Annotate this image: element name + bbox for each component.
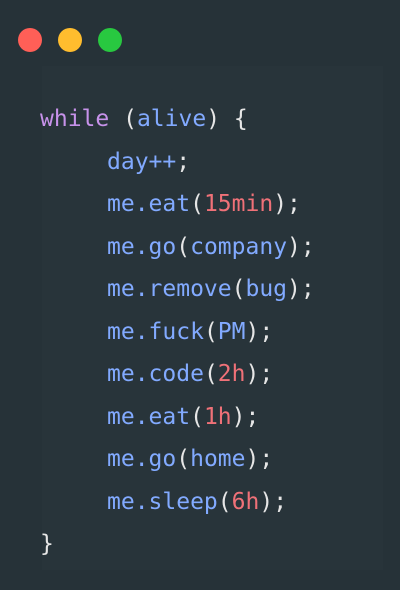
identifier-token: me.eat xyxy=(107,403,191,430)
keyword-token: while xyxy=(40,106,110,132)
window-titlebar xyxy=(0,0,400,64)
number-token: 15min xyxy=(203,191,274,217)
punctuation-token: ( xyxy=(217,488,232,515)
punctuation-token: ; xyxy=(176,148,191,175)
punctuation-token: ); xyxy=(245,318,274,345)
identifier-token: me.fuck xyxy=(107,318,204,345)
punctuation-token: } xyxy=(40,531,54,557)
identifier-token: me.code xyxy=(107,361,204,387)
identifier-token: me.eat xyxy=(107,191,191,217)
identifier-token: me.sleep xyxy=(107,488,218,515)
code-line: day++; xyxy=(40,141,315,184)
identifier-token: home xyxy=(190,446,246,472)
code-window: while (alive) {day++; me.eat(15min); me.go… xyxy=(0,0,400,590)
maximize-window-button[interactable] xyxy=(98,28,122,52)
punctuation-token: ( xyxy=(190,191,204,217)
code-line: me.eat(1h); xyxy=(40,396,315,439)
number-token: 1h xyxy=(203,403,232,430)
code-line: while (alive) { xyxy=(40,98,315,141)
code-line: me.go(home); xyxy=(40,438,315,481)
code-line: me.eat(15min); xyxy=(40,183,315,226)
punctuation-token: ); xyxy=(245,361,274,387)
punctuation-token: ); xyxy=(287,233,315,260)
punctuation-token: ( xyxy=(109,106,137,132)
punctuation-token: ) { xyxy=(206,106,248,132)
identifier-token: me.go xyxy=(107,446,177,472)
punctuation-token: ( xyxy=(231,276,246,302)
punctuation-token: ); xyxy=(231,403,260,430)
code-line: me.sleep(6h); xyxy=(40,481,315,524)
identifier-token: bug xyxy=(245,276,288,302)
code-line: me.remove(bug); xyxy=(40,268,315,311)
identifier-token: day++ xyxy=(107,148,177,175)
number-token: 2h xyxy=(217,361,246,387)
code-line: } xyxy=(40,523,315,566)
identifier-token: company xyxy=(190,233,288,260)
close-window-button[interactable] xyxy=(18,28,42,52)
punctuation-token: ( xyxy=(190,403,204,430)
punctuation-token: ( xyxy=(176,233,191,260)
punctuation-token: ); xyxy=(273,191,301,217)
identifier-token: alive xyxy=(136,106,207,132)
code-line: me.code(2h); xyxy=(40,353,315,396)
code-block: while (alive) {day++; me.eat(15min); me.go… xyxy=(40,98,315,566)
minimize-window-button[interactable] xyxy=(58,28,82,52)
code-line: me.go(company); xyxy=(40,226,315,269)
identifier-token: me.go xyxy=(107,233,177,260)
code-line: me.fuck(PM); xyxy=(40,311,315,354)
punctuation-token: ); xyxy=(287,276,315,302)
identifier-token: me.remove xyxy=(107,276,232,302)
punctuation-token: ); xyxy=(259,488,288,515)
identifier-token: PM xyxy=(217,318,246,345)
punctuation-token: ( xyxy=(176,446,191,472)
punctuation-token: ( xyxy=(203,361,218,387)
punctuation-token: ); xyxy=(245,446,274,472)
number-token: 6h xyxy=(231,488,260,515)
punctuation-token: ( xyxy=(203,318,218,345)
